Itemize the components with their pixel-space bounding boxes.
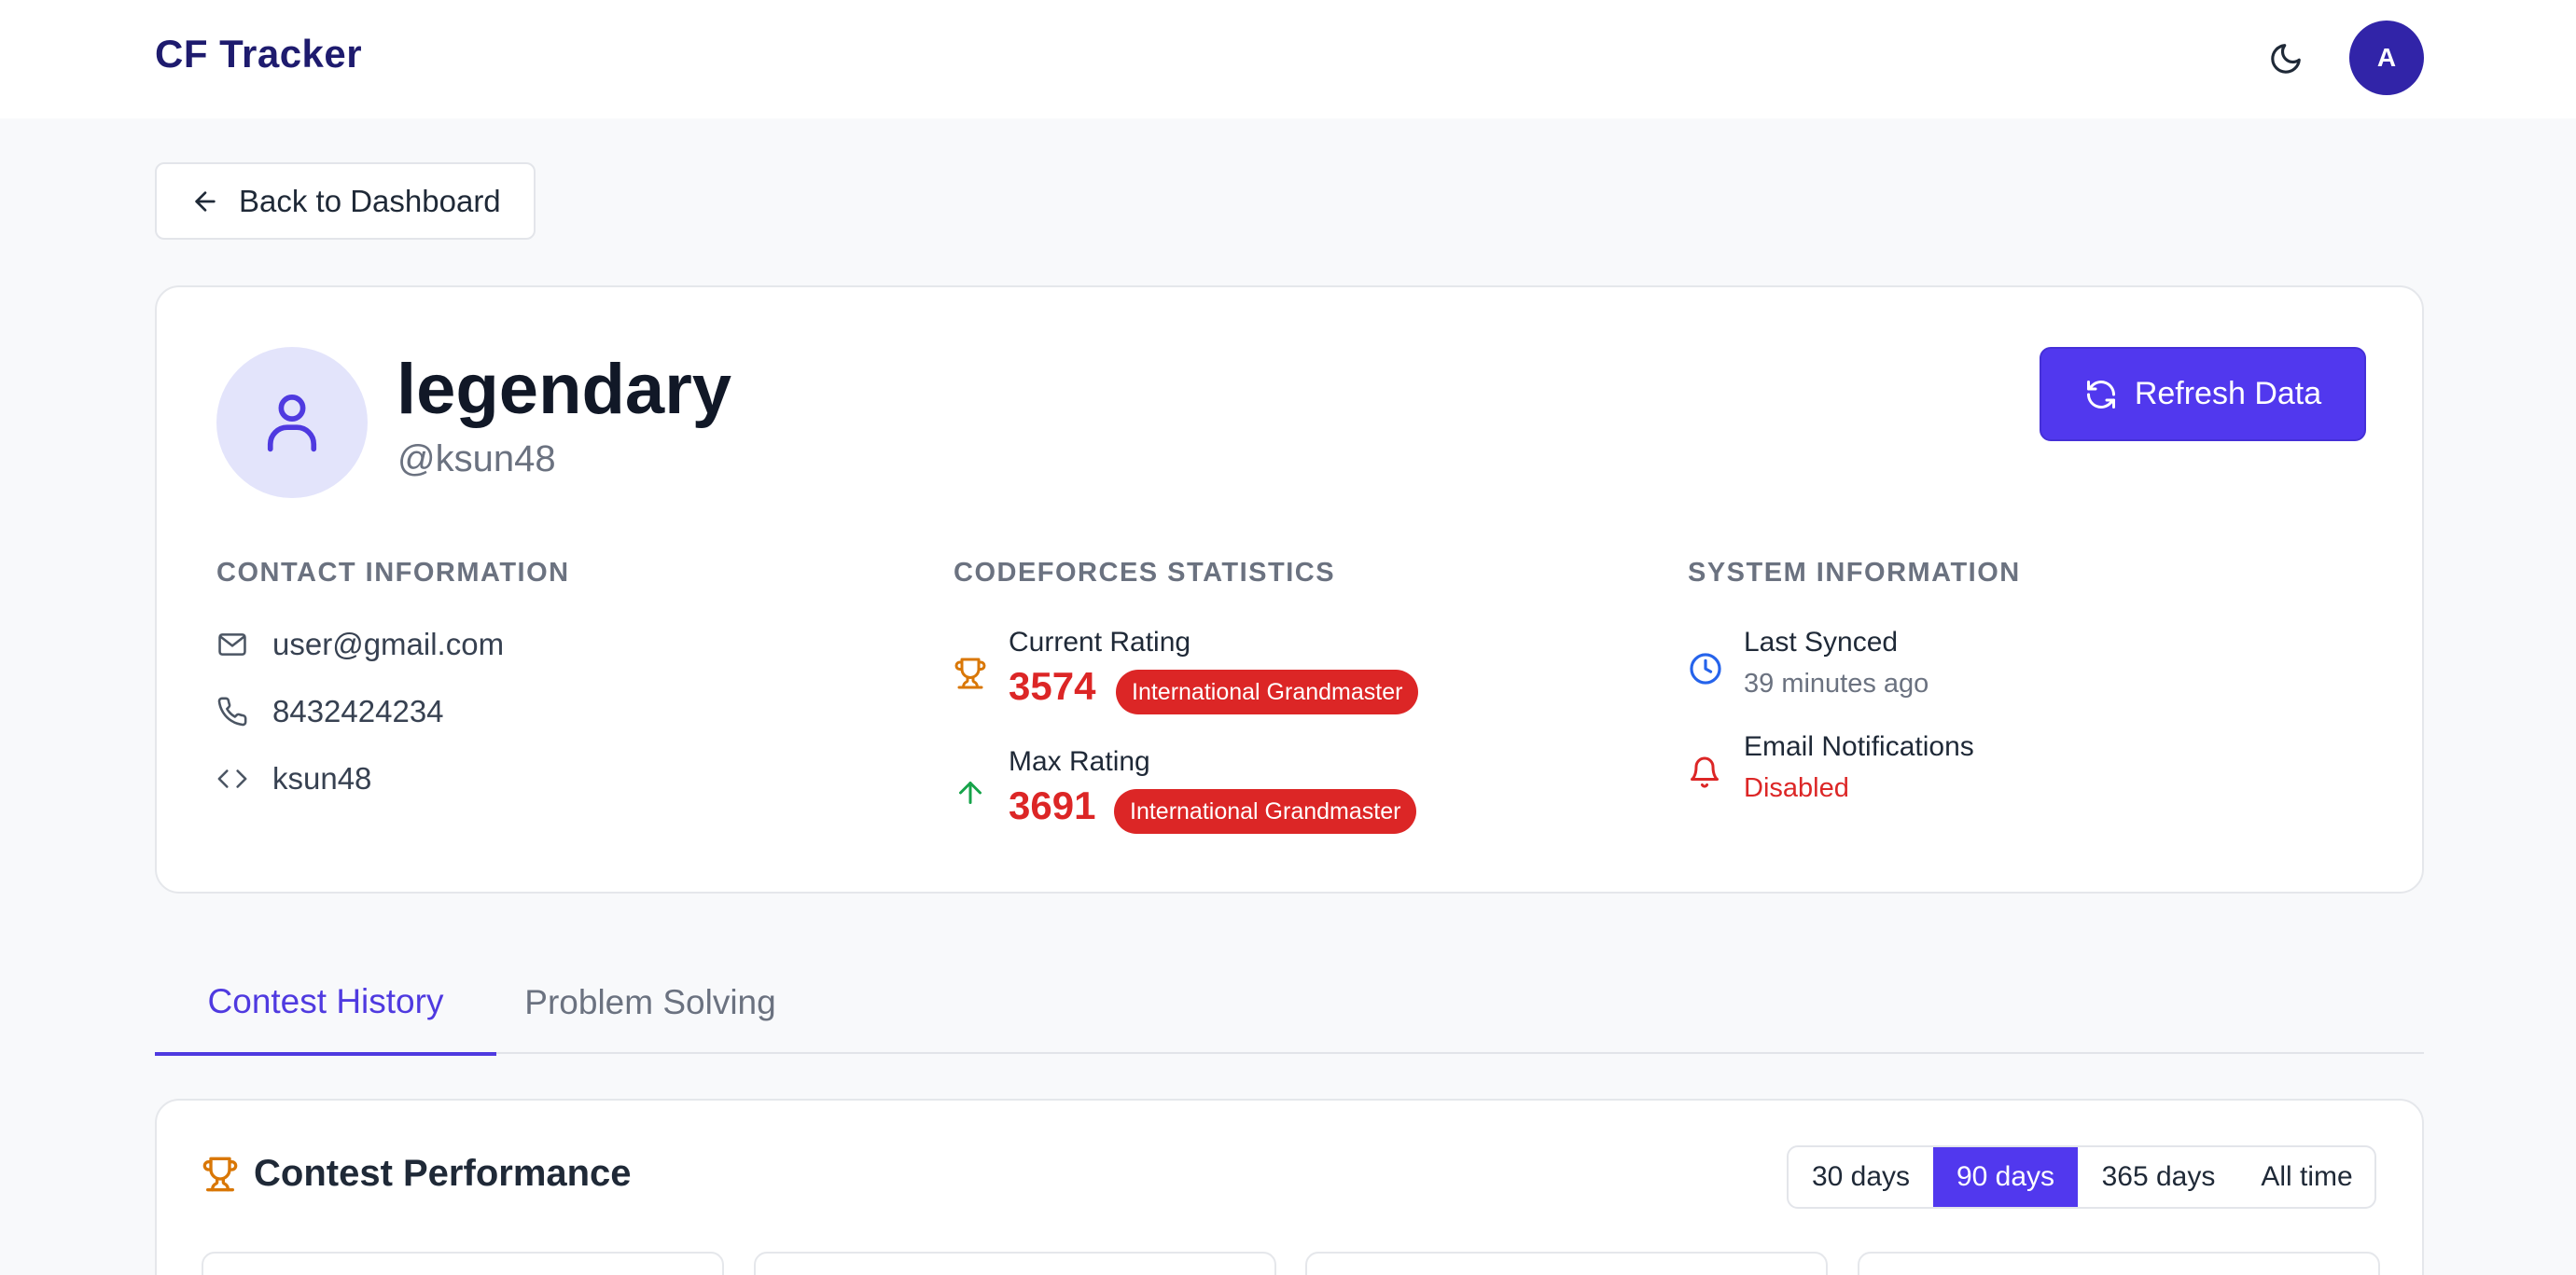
range-30-days-button[interactable]: 30 days: [1789, 1147, 1933, 1207]
refresh-icon: [2086, 380, 2115, 409]
trophy-icon: [202, 1157, 238, 1191]
theme-toggle-button[interactable]: [2263, 35, 2309, 82]
user-avatar-button[interactable]: A: [2349, 21, 2424, 95]
max-rating-label: Max Rating: [1009, 746, 1150, 777]
email-notifications-label: Email Notifications: [1744, 731, 1974, 762]
contact-heading: CONTACT INFORMATION: [216, 558, 570, 588]
trophy-icon: [954, 658, 986, 689]
summary-card: [754, 1252, 1276, 1275]
contest-performance-title: Contest Performance: [254, 1153, 632, 1194]
brand-logo[interactable]: CF Tracker: [155, 32, 362, 76]
email-notifications-status: Disabled: [1744, 773, 1849, 803]
contact-cf-handle[interactable]: ksun48: [272, 761, 371, 797]
system-heading: SYSTEM INFORMATION: [1688, 558, 2021, 588]
tab-contest-history[interactable]: Contest History: [155, 951, 496, 1056]
stats-heading: CODEFORCES STATISTICS: [954, 558, 1336, 588]
top-navbar: CF Tracker A: [0, 0, 2576, 118]
mail-icon: [216, 629, 248, 660]
current-rating-label: Current Rating: [1009, 627, 1191, 658]
contact-email-row: user@gmail.com: [216, 627, 504, 662]
bell-icon: [1691, 756, 1719, 788]
tab-problem-solving[interactable]: Problem Solving: [496, 951, 804, 1054]
range-all-time-button[interactable]: All time: [2239, 1147, 2374, 1207]
contact-phone: 8432424234: [272, 694, 444, 728]
current-rating-value: 3574: [1009, 664, 1096, 708]
summary-card: [202, 1252, 724, 1275]
contact-phone-row: 8432424234: [216, 694, 444, 729]
moon-icon: [2271, 44, 2301, 74]
contest-performance-card: Contest Performance 30 days 90 days 365 …: [155, 1099, 2424, 1275]
clock-icon: [1690, 653, 1721, 685]
profile-name: legendary: [397, 350, 732, 429]
contact-email[interactable]: user@gmail.com: [272, 627, 504, 662]
refresh-button-label: Refresh Data: [2134, 376, 2322, 411]
profile-card: legendary @ksun48 Refresh Data CONTACT I…: [155, 285, 2424, 894]
profile-avatar: [216, 347, 368, 498]
refresh-data-button[interactable]: Refresh Data: [2040, 347, 2366, 441]
back-button-label: Back to Dashboard: [239, 183, 501, 218]
last-synced-label: Last Synced: [1744, 627, 1899, 658]
tab-bar: Contest History Problem Solving: [155, 951, 2424, 1056]
user-icon: [267, 395, 317, 452]
max-rank-badge: International Grandmaster: [1114, 789, 1417, 834]
summary-card: [1858, 1252, 2380, 1275]
arrow-up-icon: [959, 782, 982, 804]
back-to-dashboard-button[interactable]: Back to Dashboard: [155, 162, 536, 240]
phone-icon: [216, 696, 248, 728]
range-365-days-button[interactable]: 365 days: [2078, 1147, 2239, 1207]
current-rank-badge: International Grandmaster: [1116, 670, 1419, 714]
max-rating-value: 3691: [1009, 783, 1096, 827]
last-synced-value: 39 minutes ago: [1744, 669, 1929, 699]
summary-card: [1305, 1252, 1828, 1275]
time-range-selector: 30 days 90 days 365 days All time: [1787, 1145, 2376, 1209]
range-90-days-button[interactable]: 90 days: [1933, 1147, 2078, 1207]
profile-handle: @ksun48: [397, 438, 556, 479]
contest-performance-title-row: Contest Performance: [202, 1153, 632, 1195]
code-icon: [216, 763, 248, 795]
arrow-left-icon: [195, 190, 216, 212]
contact-handle-row: ksun48: [216, 761, 371, 797]
